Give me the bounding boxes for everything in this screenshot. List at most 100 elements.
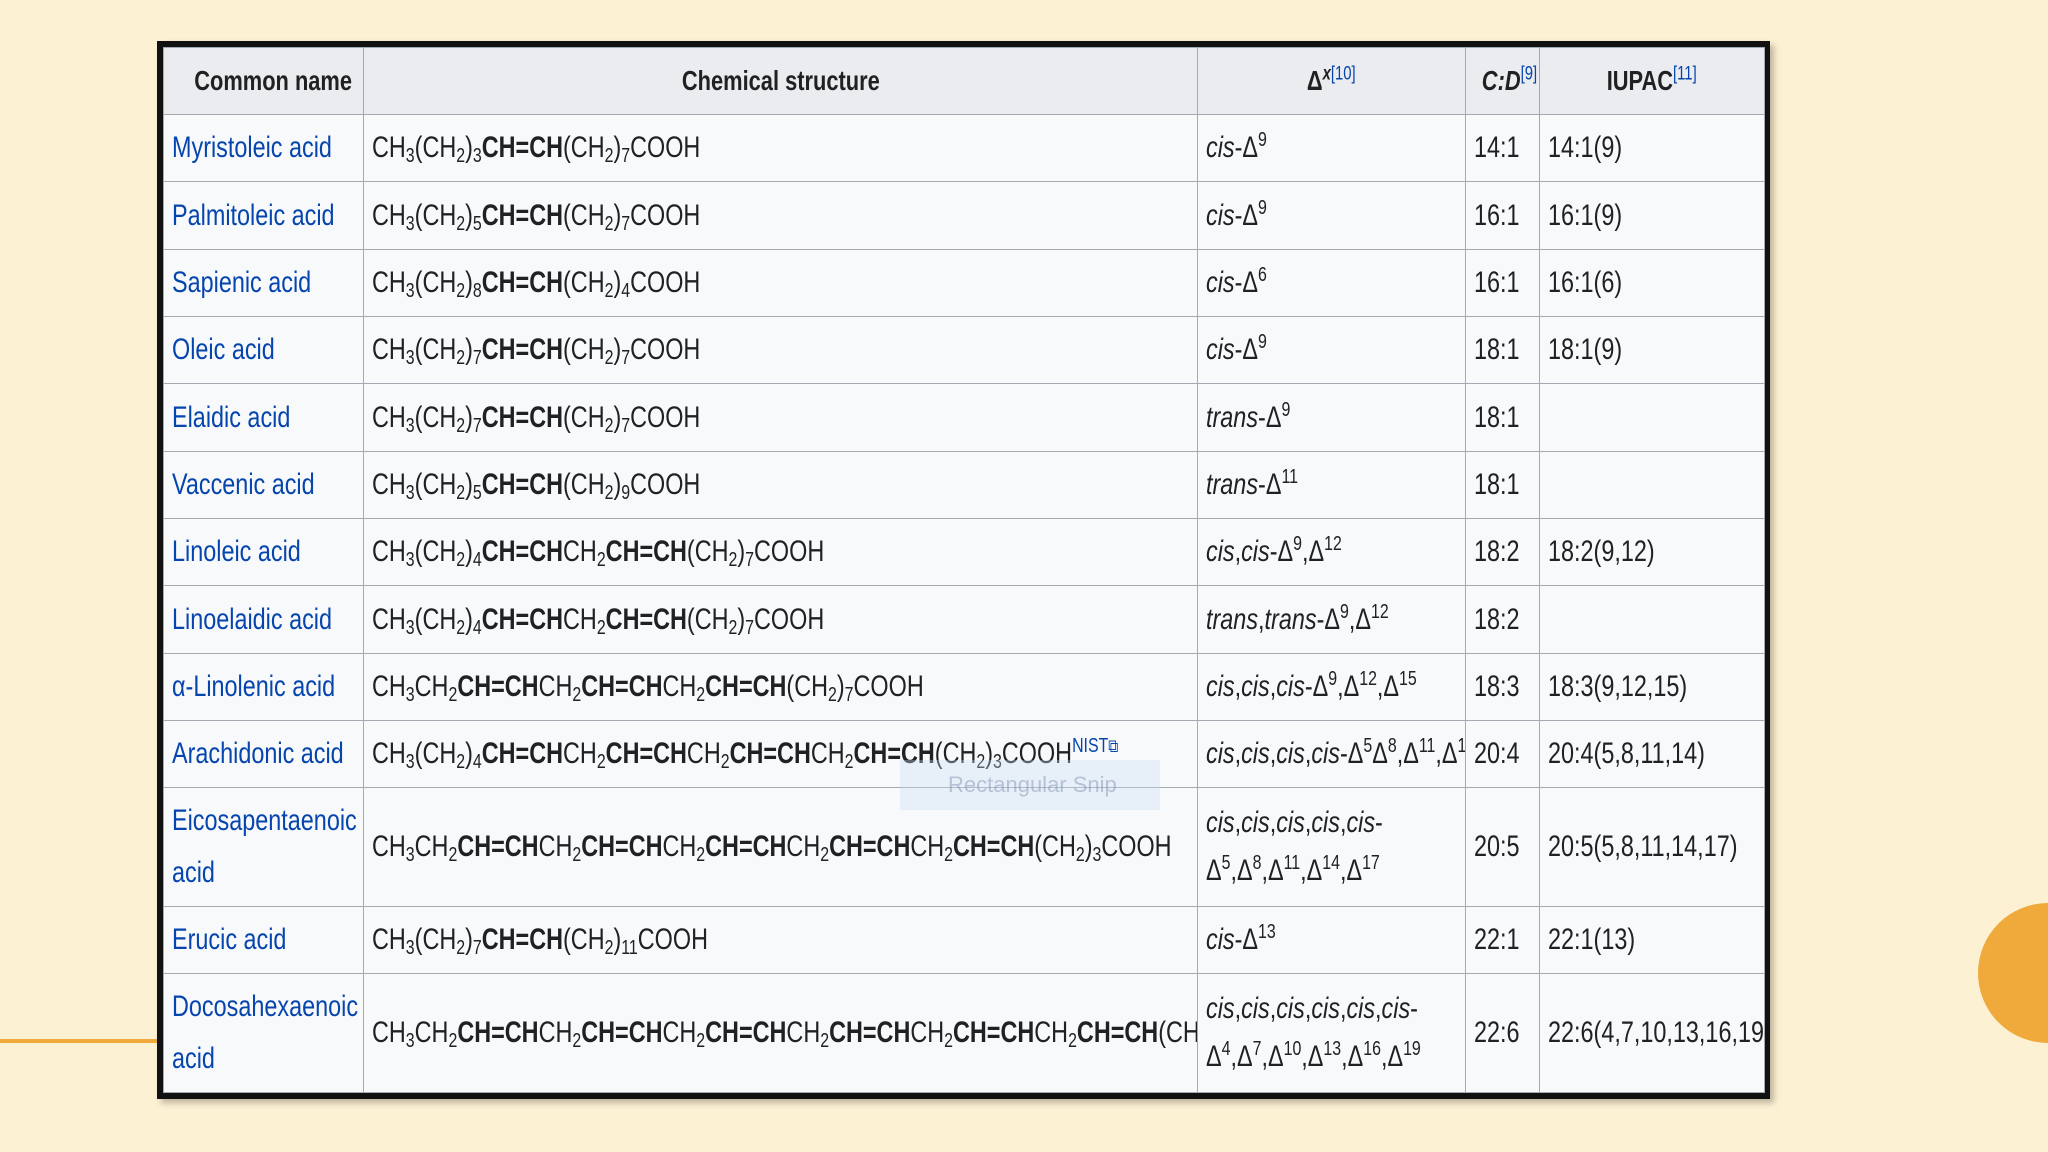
cell-delta: trans-Δ11 bbox=[1197, 450, 1466, 520]
cell-iupac: 20:5(5,8,11,14,17) bbox=[1539, 787, 1765, 908]
cell-common-name: α-Linolenic acid bbox=[163, 652, 364, 722]
decorative-circle bbox=[1978, 903, 2048, 1043]
acid-link[interactable]: Linoleic acid bbox=[172, 535, 301, 568]
cell-cd: 20:5 bbox=[1465, 787, 1540, 908]
cell-iupac: 18:3(9,12,15) bbox=[1539, 652, 1765, 722]
table-row: Linoleic acid CH3(CH2)4CH=CHCH2CH=CH(CH2… bbox=[163, 518, 1765, 587]
acid-link[interactable]: Erucic acid bbox=[172, 923, 286, 956]
cell-delta: cis,cis,cis-Δ9,Δ12,Δ15 bbox=[1197, 652, 1466, 722]
cell-cd: 18:1 bbox=[1465, 383, 1540, 452]
cell-cd: 18:3 bbox=[1465, 652, 1540, 722]
cell-common-name: Erucic acid bbox=[163, 906, 364, 975]
header-common-name: Common name bbox=[163, 47, 364, 115]
header-structure: Chemical structure bbox=[363, 47, 1198, 115]
acid-link[interactable]: Linoelaidic acid bbox=[172, 603, 332, 636]
cell-delta: cis-Δ9 bbox=[1197, 113, 1466, 183]
cell-common-name: Elaidic acid bbox=[163, 383, 364, 452]
cell-common-name: Oleic acid bbox=[163, 316, 364, 385]
cell-iupac bbox=[1539, 585, 1765, 654]
acid-link[interactable]: Vaccenic acid bbox=[172, 468, 315, 501]
acid-link[interactable]: Arachidonic acid bbox=[172, 737, 344, 770]
cell-delta: cis,cis,cis,cis,cis- Δ5,Δ8,Δ11,Δ14,Δ17 bbox=[1197, 787, 1466, 908]
table-row: α-Linolenic acid CH3CH2CH=CHCH2CH=CHCH2C… bbox=[163, 652, 1765, 722]
fatty-acid-table: Common name Chemical structure Δx[10] C:… bbox=[157, 41, 1770, 1099]
table-row: Eicosapentaenoic acid CH3CH2CH=CHCH2CH=C… bbox=[163, 787, 1765, 908]
cell-structure: CH3(CH2)4CH=CHCH2CH=CHCH2CH=CHCH2CH=CH(C… bbox=[363, 720, 1198, 789]
cell-iupac: 22:1(13) bbox=[1539, 906, 1765, 975]
cell-structure: CH3CH2CH=CHCH2CH=CHCH2CH=CH(CH2)7COOH bbox=[363, 652, 1198, 722]
table-row: Sapienic acid CH3(CH2)8CH=CH(CH2)4COOH c… bbox=[163, 248, 1765, 318]
cell-structure: CH3CH2CH=CHCH2CH=CHCH2CH=CHCH2CH=CHCH2CH… bbox=[363, 973, 1198, 1093]
cell-common-name: Vaccenic acid bbox=[163, 450, 364, 520]
acid-link[interactable]: Myristoleic acid bbox=[172, 131, 332, 164]
cell-common-name: Myristoleic acid bbox=[163, 113, 364, 183]
cell-structure: CH3(CH2)7CH=CH(CH2)11COOH bbox=[363, 906, 1198, 975]
table-row: Linoelaidic acid CH3(CH2)4CH=CHCH2CH=CH(… bbox=[163, 585, 1765, 654]
cell-common-name: Arachidonic acid bbox=[163, 720, 364, 789]
cell-delta: cis,cis,cis,cis,cis,cis- Δ4,Δ7,Δ10,Δ13,Δ1… bbox=[1197, 973, 1466, 1093]
cell-iupac bbox=[1539, 450, 1765, 520]
cell-cd: 18:2 bbox=[1465, 518, 1540, 587]
table-row: Palmitoleic acid CH3(CH2)5CH=CH(CH2)7COO… bbox=[163, 181, 1765, 250]
table-row: Myristoleic acid CH3(CH2)3CH=CH(CH2)7COO… bbox=[163, 113, 1765, 183]
cell-structure: CH3CH2CH=CHCH2CH=CHCH2CH=CHCH2CH=CHCH2CH… bbox=[363, 787, 1198, 908]
cell-common-name: Docosahexaenoic acid bbox=[163, 973, 364, 1093]
cell-common-name: Linoleic acid bbox=[163, 518, 364, 587]
cell-cd: 18:2 bbox=[1465, 585, 1540, 654]
cell-cd: 20:4 bbox=[1465, 720, 1540, 789]
cell-iupac: 16:1(6) bbox=[1539, 248, 1765, 318]
cd-ref-link[interactable]: [9] bbox=[1521, 64, 1538, 85]
cell-structure: CH3(CH2)4CH=CHCH2CH=CH(CH2)7COOH bbox=[363, 518, 1198, 587]
cell-structure: CH3(CH2)4CH=CHCH2CH=CH(CH2)7COOH bbox=[363, 585, 1198, 654]
cell-delta: cis-Δ9 bbox=[1197, 316, 1466, 385]
cell-cd: 14:1 bbox=[1465, 113, 1540, 183]
header-cd: C:D[9] bbox=[1465, 47, 1540, 115]
decorative-line bbox=[0, 1039, 158, 1043]
cell-cd: 16:1 bbox=[1465, 248, 1540, 318]
acid-link[interactable]: Oleic acid bbox=[172, 333, 275, 366]
cell-structure: CH3(CH2)5CH=CH(CH2)9COOH bbox=[363, 450, 1198, 520]
header-iupac: IUPAC[11] bbox=[1539, 47, 1765, 115]
cell-delta: cis-Δ6 bbox=[1197, 248, 1466, 318]
cell-common-name: Eicosapentaenoic acid bbox=[163, 787, 364, 908]
cell-iupac: 18:2(9,12) bbox=[1539, 518, 1765, 587]
table-row: Arachidonic acid CH3(CH2)4CH=CHCH2CH=CHC… bbox=[163, 720, 1765, 789]
cell-cd: 18:1 bbox=[1465, 450, 1540, 520]
cell-cd: 22:6 bbox=[1465, 973, 1540, 1093]
acid-link[interactable]: Palmitoleic acid bbox=[172, 199, 335, 232]
cell-delta: trans-Δ9 bbox=[1197, 383, 1466, 452]
nist-link[interactable]: NIST bbox=[1072, 735, 1108, 757]
table-row: Erucic acid CH3(CH2)7CH=CH(CH2)11COOH ci… bbox=[163, 906, 1765, 975]
acid-link[interactable]: Sapienic acid bbox=[172, 266, 311, 299]
table-row: Docosahexaenoic acid CH3CH2CH=CHCH2CH=CH… bbox=[163, 973, 1765, 1093]
acid-link[interactable]: α-Linolenic acid bbox=[172, 670, 335, 703]
cell-common-name: Sapienic acid bbox=[163, 248, 364, 318]
cell-structure: CH3(CH2)7CH=CH(CH2)7COOH bbox=[363, 316, 1198, 385]
cell-delta: cis-Δ13 bbox=[1197, 906, 1466, 975]
cell-iupac: 16:1(9) bbox=[1539, 181, 1765, 250]
cell-iupac: 22:6(4,7,10,13,16,19) bbox=[1539, 973, 1765, 1093]
acid-link[interactable]: Docosahexaenoic acid bbox=[172, 990, 358, 1075]
cell-iupac: 20:4(5,8,11,14) bbox=[1539, 720, 1765, 789]
acid-link[interactable]: Eicosapentaenoic acid bbox=[172, 804, 357, 889]
table-row: Oleic acid CH3(CH2)7CH=CH(CH2)7COOH cis-… bbox=[163, 316, 1765, 385]
cell-cd: 22:1 bbox=[1465, 906, 1540, 975]
external-link-icon: ⧉ bbox=[1108, 736, 1119, 757]
cell-structure: CH3(CH2)3CH=CH(CH2)7COOH bbox=[363, 113, 1198, 183]
cell-common-name: Palmitoleic acid bbox=[163, 181, 364, 250]
iupac-ref-link[interactable]: [11] bbox=[1673, 64, 1697, 85]
cell-delta: cis-Δ9 bbox=[1197, 181, 1466, 250]
cell-structure: CH3(CH2)5CH=CH(CH2)7COOH bbox=[363, 181, 1198, 250]
header-delta: Δx[10] bbox=[1197, 47, 1466, 115]
delta-ref-link[interactable]: [10] bbox=[1331, 64, 1356, 85]
cell-cd: 18:1 bbox=[1465, 316, 1540, 385]
cell-cd: 16:1 bbox=[1465, 181, 1540, 250]
table-row: Elaidic acid CH3(CH2)7CH=CH(CH2)7COOH tr… bbox=[163, 383, 1765, 452]
cell-delta: trans,trans-Δ9,Δ12 bbox=[1197, 585, 1466, 654]
cell-delta: cis,cis-Δ9,Δ12 bbox=[1197, 518, 1466, 587]
cell-iupac bbox=[1539, 383, 1765, 452]
cell-structure: CH3(CH2)7CH=CH(CH2)7COOH bbox=[363, 383, 1198, 452]
cell-delta: cis,cis,cis,cis-Δ5Δ8,Δ11,Δ14 bbox=[1197, 720, 1466, 789]
cell-common-name: Linoelaidic acid bbox=[163, 585, 364, 654]
acid-link[interactable]: Elaidic acid bbox=[172, 401, 290, 434]
